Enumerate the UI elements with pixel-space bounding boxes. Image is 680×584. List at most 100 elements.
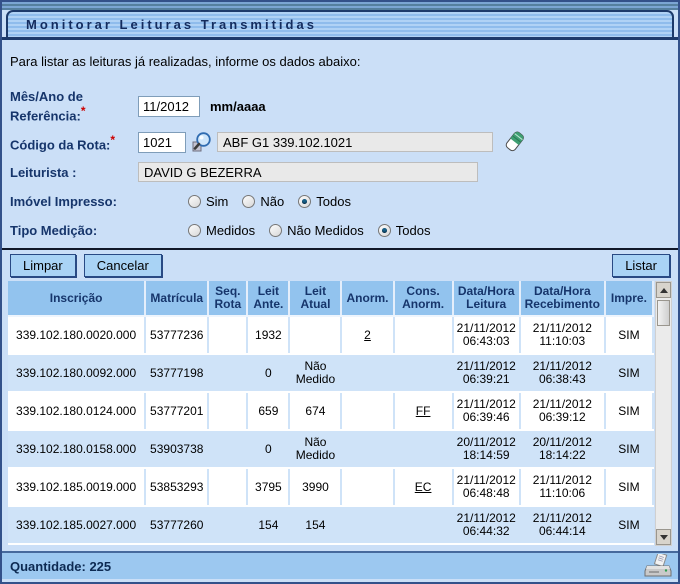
cell-impresso: SIM — [605, 392, 653, 430]
cons-anorm-link[interactable]: EC — [415, 480, 432, 494]
cell-inscricao: 339.102.185.0019.000 — [8, 468, 145, 506]
cell-inscricao: 339.102.180.0158.000 — [8, 430, 145, 468]
cell-seq-rota — [208, 316, 247, 354]
radio-unselected-icon[interactable] — [188, 224, 201, 237]
cell-anorm — [341, 468, 393, 506]
magnifier-icon — [191, 141, 213, 156]
listar-button[interactable]: Listar — [612, 254, 670, 277]
scrollbar-up-button[interactable] — [656, 282, 671, 298]
scrollbar-down-button[interactable] — [656, 529, 671, 545]
mes-ano-input[interactable] — [138, 96, 200, 117]
cell-anorm — [341, 354, 393, 392]
cell-leit-ante: 154 — [247, 506, 289, 544]
scrollbar-thumb[interactable] — [657, 300, 670, 326]
header-impre: Impre. — [605, 281, 653, 316]
mes-ano-label: Mês/Ano de Referência:* — [10, 89, 138, 123]
cell-anorm: 2 — [341, 316, 393, 354]
table-scrollbar[interactable] — [655, 281, 672, 546]
printer-icon — [644, 568, 672, 583]
rota-description-field: ABF G1 339.102.1021 — [217, 132, 493, 152]
required-mark: * — [81, 104, 86, 118]
search-rota-button[interactable] — [191, 131, 213, 153]
limpar-button[interactable]: Limpar — [10, 254, 76, 277]
cell-matricula: 53777260 — [145, 506, 208, 544]
header-inscricao: Inscrição — [8, 281, 145, 316]
radio-unselected-icon[interactable] — [188, 195, 201, 208]
form-row-mes-ano: Mês/Ano de Referência:* mm/aaaa — [10, 89, 670, 123]
radio-option-não[interactable]: Não — [242, 194, 284, 209]
mes-ano-label-text: Mês/Ano de Referência: — [10, 89, 83, 123]
radio-option-não-medidos[interactable]: Não Medidos — [269, 223, 364, 238]
tipo-medicao-label: Tipo Medição: — [10, 223, 138, 238]
cell-data-hora-recebimento: 21/11/201206:38:43 — [520, 354, 605, 392]
cell-leit-ante: 659 — [247, 392, 289, 430]
cell-leit-ante: 3795 — [247, 468, 289, 506]
readings-table: Inscrição Matrícula Seq. Rota Leit Ante.… — [8, 281, 654, 545]
cell-impresso: SIM — [605, 506, 653, 544]
cons-anorm-link[interactable]: FF — [416, 404, 431, 418]
title-divider — [2, 37, 678, 40]
leiturista-label: Leiturista : — [10, 165, 138, 180]
cell-inscricao: 339.102.185.0027.000 — [8, 506, 145, 544]
cell-inscricao: 339.102.180.0124.000 — [8, 392, 145, 430]
cell-cons-anorm — [394, 354, 453, 392]
cell-impresso: SIM — [605, 430, 653, 468]
form-row-leiturista: Leiturista : DAVID G BEZERRA — [10, 161, 670, 183]
cell-cons-anorm — [394, 506, 453, 544]
radio-selected-icon[interactable] — [298, 195, 311, 208]
cell-data-hora-recebimento: 21/11/201206:44:14 — [520, 506, 605, 544]
radio-selected-icon[interactable] — [378, 224, 391, 237]
radio-option-medidos[interactable]: Medidos — [188, 223, 255, 238]
imovel-impresso-label: Imóvel Impresso: — [10, 194, 138, 209]
anorm-link[interactable]: 2 — [364, 328, 371, 342]
cell-leit-atual — [289, 316, 341, 354]
header-matricula: Matrícula — [145, 281, 208, 316]
readings-table-body: 339.102.180.0020.000537772361932221/11/2… — [8, 316, 653, 544]
table-row: 339.102.180.0020.000537772361932221/11/2… — [8, 316, 653, 354]
monitor-window: Monitorar Leituras Transmitidas Para lis… — [0, 0, 680, 584]
cell-cons-anorm — [394, 430, 453, 468]
cell-anorm — [341, 392, 393, 430]
radio-option-todos[interactable]: Todos — [298, 194, 351, 209]
print-button[interactable] — [644, 554, 672, 580]
cell-leit-ante: 0 — [247, 430, 289, 468]
table-row: 339.102.180.0124.00053777201659674FF21/1… — [8, 392, 653, 430]
arrow-down-icon — [660, 535, 668, 540]
tipo-medicao-radio-group: Medidos Não Medidos Todos — [188, 223, 430, 238]
cell-data-hora-recebimento: 21/11/201211:10:03 — [520, 316, 605, 354]
radio-unselected-icon[interactable] — [269, 224, 282, 237]
intro-text: Para listar as leituras já realizadas, i… — [10, 54, 670, 69]
cell-impresso: SIM — [605, 316, 653, 354]
footer-bar: Quantidade: 225 — [2, 551, 678, 579]
radio-unselected-icon[interactable] — [242, 195, 255, 208]
arrow-up-icon — [660, 288, 668, 293]
cell-impresso: SIM — [605, 354, 653, 392]
radio-option-label: Todos — [316, 194, 351, 209]
readings-grid-viewport: Inscrição Matrícula Seq. Rota Leit Ante.… — [8, 281, 654, 546]
codigo-rota-label-text: Código da Rota: — [10, 137, 110, 152]
radio-option-todos[interactable]: Todos — [378, 223, 431, 238]
header-leit-ante: Leit Ante. — [247, 281, 289, 316]
clear-rota-button[interactable] — [503, 130, 525, 154]
cell-leit-atual: 674 — [289, 392, 341, 430]
cell-data-hora-leitura: 21/11/201206:48:48 — [453, 468, 520, 506]
cell-matricula: 53903738 — [145, 430, 208, 468]
cancelar-button[interactable]: Cancelar — [84, 254, 162, 277]
radio-option-sim[interactable]: Sim — [188, 194, 228, 209]
cell-data-hora-leitura: 21/11/201206:44:32 — [453, 506, 520, 544]
required-mark: * — [110, 133, 115, 147]
radio-option-label: Todos — [396, 223, 431, 238]
header-seq-rota: Seq. Rota — [208, 281, 247, 316]
eraser-icon — [503, 142, 525, 157]
cell-matricula: 53777201 — [145, 392, 208, 430]
codigo-rota-input[interactable] — [138, 132, 186, 153]
cell-data-hora-recebimento: 20/11/201218:14:22 — [520, 430, 605, 468]
table-row: 339.102.180.0092.000537771980Não Medido2… — [8, 354, 653, 392]
window-top-stripes — [2, 2, 678, 10]
readings-table-header: Inscrição Matrícula Seq. Rota Leit Ante.… — [8, 281, 653, 316]
table-row: 339.102.185.0019.0005385329337953990EC21… — [8, 468, 653, 506]
page-title: Monitorar Leituras Transmitidas — [26, 17, 317, 32]
cell-leit-atual: Não Medido — [289, 430, 341, 468]
radio-option-label: Não Medidos — [287, 223, 364, 238]
radio-option-label: Não — [260, 194, 284, 209]
